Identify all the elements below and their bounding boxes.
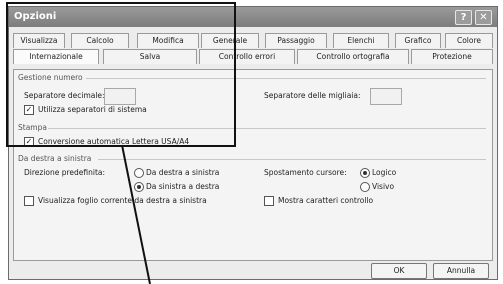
- pointer-line: [121, 144, 151, 284]
